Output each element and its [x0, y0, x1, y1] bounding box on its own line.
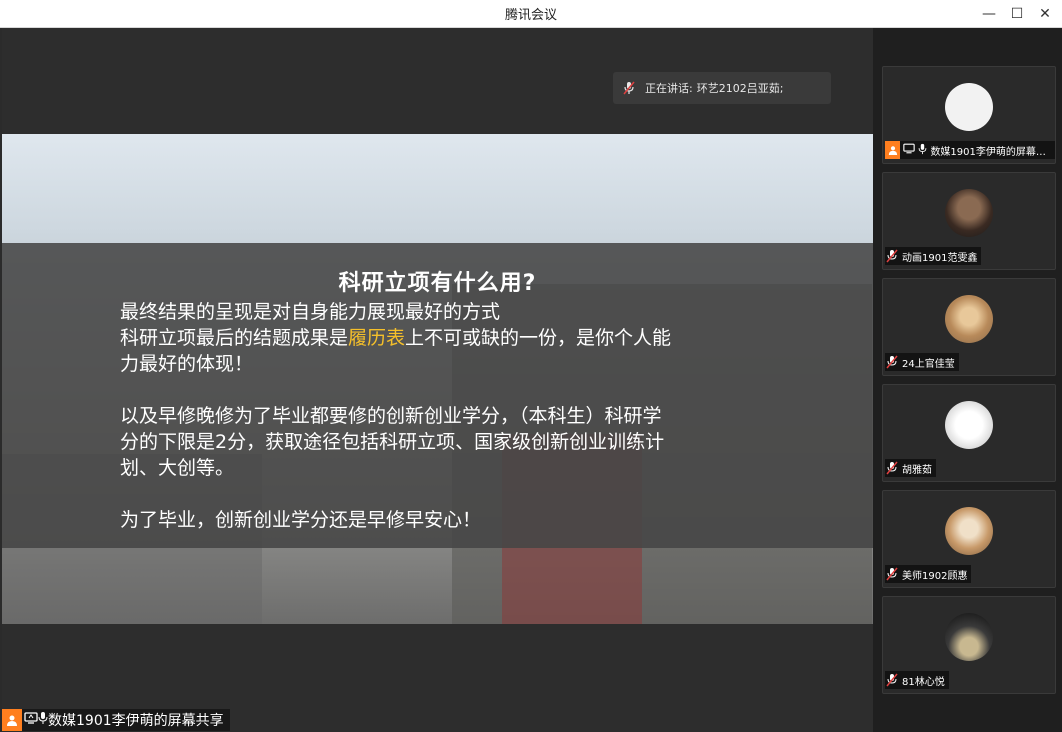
mic-off-icon	[623, 81, 635, 95]
avatar	[945, 189, 993, 237]
participant-name-tag: 24上官佳莹	[885, 353, 959, 371]
slide-line: 以及早修晚修为了毕业都要修的创新创业学分，（本科生）科研学	[120, 405, 662, 427]
slide-highlight: 履历表	[348, 327, 406, 349]
window-controls: — ☐ ✕	[978, 0, 1056, 28]
slide-line: 分的下限是2分，获取途径包括科研立项、国家级创新创业训练计	[120, 431, 665, 453]
slide-title: 科研立项有什么用?	[338, 271, 537, 296]
participant-tile[interactable]: 动画1901范雯鑫	[882, 172, 1056, 270]
presentation-slide: 科研立项有什么用? 最终结果的呈现是对自身能力展现最好的方式 科研立项最后的结题…	[2, 134, 873, 624]
minimize-button[interactable]: —	[978, 3, 1000, 25]
slide-text: 上不可或缺的一份，是你个人能	[405, 327, 672, 349]
slide-text-panel: 科研立项有什么用? 最终结果的呈现是对自身能力展现最好的方式 科研立项最后的结题…	[2, 243, 873, 548]
mic-off-icon	[885, 355, 899, 369]
slide-line: 力最好的体现！	[120, 353, 254, 375]
mic-off-icon	[885, 567, 899, 581]
participant-name: 胡雅茹	[902, 464, 932, 476]
participant-name-tag: 动画1901范雯鑫	[885, 247, 982, 265]
participant-name: 数媒1901李伊萌的屏幕共...	[930, 146, 1051, 158]
slide-line: 科研立项最后的结题成果是履历表上不可或缺的一份，是你个人能	[120, 325, 760, 351]
mic-off-icon	[885, 461, 899, 475]
screen-share-icon	[903, 143, 916, 157]
window-titlebar: 腾讯会议 — ☐ ✕	[0, 0, 1062, 28]
participant-name-tag: 美师1902顾惠	[885, 565, 972, 583]
avatar	[945, 613, 993, 661]
maximize-button[interactable]: ☐	[1006, 3, 1028, 25]
participant-tile[interactable]: 81林心悦	[882, 596, 1056, 694]
screen-share-icon	[24, 712, 38, 728]
participants-sidebar[interactable]: 数媒1901李伊萌的屏幕共... 动画1901范雯鑫 24上官佳莹 胡雅茹 美师…	[873, 28, 1062, 732]
avatar	[945, 401, 993, 449]
mic-off-icon	[885, 249, 899, 263]
participant-name-tag: 胡雅茹	[885, 459, 936, 477]
user-icon	[885, 141, 901, 159]
participant-tile[interactable]: 24上官佳莹	[882, 278, 1056, 376]
participant-name: 24上官佳莹	[902, 358, 955, 370]
speaking-indicator: 正在讲话: 环艺2102吕亚茹;	[613, 72, 831, 104]
slide-line: 最终结果的呈现是对自身能力展现最好的方式	[120, 301, 501, 323]
close-button[interactable]: ✕	[1034, 3, 1056, 25]
slide-text: 科研立项最后的结题成果是	[120, 327, 349, 349]
participant-name: 动画1901范雯鑫	[902, 252, 978, 264]
user-icon	[2, 709, 22, 731]
avatar	[945, 83, 993, 131]
speaking-text: 正在讲话: 环艺2102吕亚茹;	[645, 80, 783, 96]
mic-icon	[918, 143, 927, 158]
participant-tile[interactable]: 胡雅茹	[882, 384, 1056, 482]
screen-share-label: 数媒1901李伊萌的屏幕共享	[2, 709, 230, 731]
speaking-prefix: 正在讲话:	[645, 82, 693, 95]
mic-icon	[38, 711, 48, 729]
shared-screen-area: 正在讲话: 环艺2102吕亚茹; 科研立项有什么用? 最终结果的呈现是对自身能力…	[2, 28, 873, 732]
avatar	[945, 295, 993, 343]
participant-tile[interactable]: 美师1902顾惠	[882, 490, 1056, 588]
window-title: 腾讯会议	[504, 8, 557, 23]
mic-off-icon	[885, 673, 899, 687]
participant-name: 81林心悦	[902, 676, 945, 688]
slide-body: 最终结果的呈现是对自身能力展现最好的方式 科研立项最后的结题成果是履历表上不可或…	[120, 299, 760, 533]
screen-share-text: 数媒1901李伊萌的屏幕共享	[48, 713, 224, 729]
speaking-name: 环艺2102吕亚茹;	[696, 82, 784, 95]
avatar	[945, 507, 993, 555]
participant-name-tag: 81林心悦	[885, 671, 949, 689]
slide-line: 划、大创等。	[120, 457, 235, 479]
slide-line: 为了毕业，创新创业学分还是早修早安心！	[120, 509, 482, 531]
participant-name-tag: 数媒1901李伊萌的屏幕共...	[885, 141, 1055, 159]
participant-name: 美师1902顾惠	[902, 570, 968, 582]
participant-tile[interactable]: 数媒1901李伊萌的屏幕共...	[882, 66, 1056, 164]
